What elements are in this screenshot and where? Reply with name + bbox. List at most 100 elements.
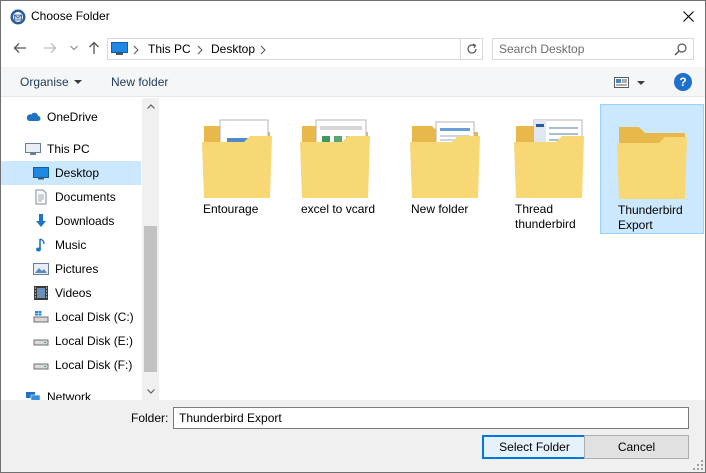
folder-tile-entourage[interactable]: Entourage xyxy=(186,104,290,234)
chevron-down-icon xyxy=(146,389,155,394)
sidebar-item-label: Pictures xyxy=(55,262,99,276)
computer-icon xyxy=(111,42,128,56)
cloud-icon xyxy=(26,112,41,121)
drive-icon xyxy=(33,363,49,370)
search-input[interactable] xyxy=(499,41,665,57)
sidebar-item-pictures[interactable]: Pictures xyxy=(1,257,141,281)
sidebar-item-downloads[interactable]: Downloads xyxy=(1,209,141,233)
back-button[interactable] xyxy=(11,39,29,57)
help-icon[interactable]: ? xyxy=(674,73,692,91)
sidebar-item-label: Local Disk (F:) xyxy=(55,358,133,372)
thunderbird-icon xyxy=(10,9,26,25)
folder-name: New folder xyxy=(411,202,469,216)
organise-menu[interactable]: Organise xyxy=(20,75,82,89)
folder-icon xyxy=(410,121,480,198)
sidebar-item-videos[interactable]: Videos xyxy=(1,281,141,305)
sidebar-item-local-disk-f[interactable]: Local Disk (F:) xyxy=(1,353,141,377)
folder-icon xyxy=(617,127,687,199)
drive-icon xyxy=(33,339,49,346)
folder-tile-new-folder[interactable]: New folder xyxy=(394,104,498,234)
sidebar-item-desktop[interactable]: Desktop xyxy=(1,161,141,185)
navigation-pane: OneDrive This PC Desktop Documents Downl… xyxy=(1,98,159,400)
folder-tile-thunderbird-export[interactable]: Thunderbird Export xyxy=(600,104,704,234)
select-folder-button[interactable]: Select Folder xyxy=(482,435,587,459)
sidebar-item-label: Music xyxy=(55,238,87,252)
pictures-icon xyxy=(33,263,49,275)
sidebar-item-network[interactable]: Network xyxy=(1,385,141,400)
title-bar: Choose Folder xyxy=(1,1,705,31)
arrow-right-icon xyxy=(44,43,57,53)
folder-name: Entourage xyxy=(203,202,259,216)
refresh-button[interactable] xyxy=(460,39,482,59)
dialog-footer: Folder: Select Folder Cancel xyxy=(1,400,705,472)
folder-field-label: Folder: xyxy=(131,411,169,425)
network-icon xyxy=(26,392,41,400)
folder-name: Thread thunderbird xyxy=(515,202,576,231)
change-view-button[interactable] xyxy=(613,75,649,91)
caret-down-icon xyxy=(73,79,82,84)
sidebar-item-this-pc[interactable]: This PC xyxy=(1,137,141,161)
nav-scrollbar[interactable] xyxy=(142,98,158,400)
scroll-thumb[interactable] xyxy=(144,226,157,372)
folder-tile-excel-to-vcard[interactable]: excel to vcard xyxy=(284,104,388,234)
sidebar-item-music[interactable]: Music xyxy=(1,233,141,257)
breadcrumb-separator-icon[interactable] xyxy=(133,44,141,55)
sidebar-item-onedrive[interactable]: OneDrive xyxy=(1,105,141,129)
search-box[interactable] xyxy=(492,38,694,60)
sidebar-item-documents[interactable]: Documents xyxy=(1,185,141,209)
folder-tile-thread-thunderbird[interactable]: Thread thunderbird xyxy=(498,104,602,234)
computer-icon xyxy=(25,143,41,155)
sidebar-item-label: Local Disk (E:) xyxy=(55,334,134,348)
sidebar-item-label: Downloads xyxy=(55,214,115,228)
navigation-row: This PC Desktop xyxy=(1,33,705,65)
breadcrumb-separator-icon[interactable] xyxy=(260,44,268,55)
scroll-down-button[interactable] xyxy=(142,383,158,400)
breadcrumb-desktop[interactable]: Desktop xyxy=(211,42,255,56)
breadcrumb-separator-icon[interactable] xyxy=(197,44,205,55)
folder-icon xyxy=(202,119,272,198)
documents-icon xyxy=(35,189,47,205)
refresh-icon xyxy=(466,43,477,54)
sidebar-item-label: OneDrive xyxy=(47,110,98,124)
forward-button[interactable] xyxy=(41,39,59,57)
organise-label: Organise xyxy=(20,75,69,89)
sidebar-item-local-disk-e[interactable]: Local Disk (E:) xyxy=(1,329,141,353)
breadcrumb-this-pc[interactable]: This PC xyxy=(148,42,191,56)
sidebar-item-label: This PC xyxy=(47,142,90,156)
sidebar-item-label: Desktop xyxy=(55,166,100,180)
window-title: Choose Folder xyxy=(31,9,110,23)
folder-content-area: Entourage excel to vcard New folder Thre… xyxy=(160,98,705,400)
download-arrow-icon xyxy=(36,214,46,227)
sidebar-item-label: Network xyxy=(47,390,92,400)
search-icon[interactable] xyxy=(674,43,687,56)
folder-name: excel to vcard xyxy=(301,202,376,216)
recent-locations-button[interactable] xyxy=(65,39,83,57)
desktop-icon xyxy=(33,167,49,180)
close-icon xyxy=(682,10,694,22)
folder-icon xyxy=(300,119,370,198)
new-folder-button[interactable]: New folder xyxy=(111,75,168,89)
chevron-down-icon xyxy=(70,45,78,51)
up-button[interactable] xyxy=(85,39,103,57)
address-bar[interactable]: This PC Desktop xyxy=(107,38,483,60)
close-button[interactable] xyxy=(671,1,705,31)
sidebar-item-label: Local Disk (C:) xyxy=(55,310,134,324)
music-note-icon xyxy=(36,238,45,252)
sidebar-item-label: Documents xyxy=(55,190,116,204)
folder-name-field[interactable] xyxy=(173,407,689,429)
sidebar-item-local-disk-c[interactable]: Local Disk (C:) xyxy=(1,305,141,329)
arrow-left-icon xyxy=(13,43,26,53)
sidebar-item-label: Videos xyxy=(55,286,92,300)
arrow-up-icon xyxy=(89,41,99,54)
chevron-up-icon xyxy=(146,104,155,109)
film-icon xyxy=(34,286,48,300)
scroll-up-button[interactable] xyxy=(142,98,158,115)
view-options-icon xyxy=(614,77,645,88)
command-bar: Organise New folder ? xyxy=(1,67,705,97)
choose-folder-dialog: Choose Folder This PC Desktop Search Des… xyxy=(0,0,706,473)
resize-grip-icon[interactable] xyxy=(693,460,703,470)
cancel-button[interactable]: Cancel xyxy=(584,435,689,459)
folder-name: Thunderbird Export xyxy=(618,203,683,232)
drive-icon xyxy=(33,311,49,323)
folder-icon xyxy=(514,119,584,198)
